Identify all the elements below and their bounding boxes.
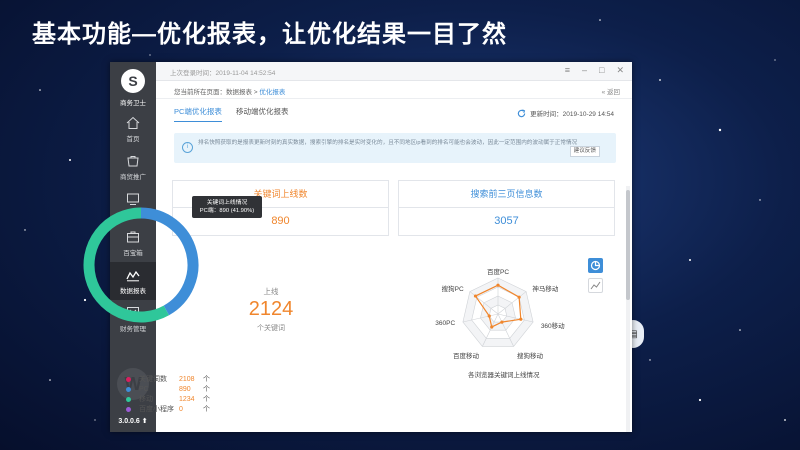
legend-dot — [126, 406, 131, 412]
tooltip-value: PC端：890 (41.90%) — [199, 208, 255, 214]
pie-icon — [590, 260, 601, 271]
title-bar: 上次登录时间：2019-11-04 14:52:54 ≡ – □ ✕ — [156, 62, 632, 81]
radar-title: 各浏览器关键词上线情况 — [468, 372, 540, 379]
radar-chart[interactable] — [426, 262, 576, 362]
radar-point-0[interactable] — [496, 283, 500, 287]
radar-point-3[interactable] — [500, 320, 504, 324]
chart-tooltip: 关键词上线情况 PC端：890 (41.90%) — [192, 196, 262, 218]
home-icon — [126, 116, 140, 129]
radar-axis-label: 搜狗PC — [441, 285, 464, 293]
legend-item: 移动 1234 个 — [126, 394, 210, 404]
radar-point-5[interactable] — [487, 314, 491, 318]
legend-item: PC 890 个 — [126, 384, 210, 394]
donut-chart[interactable] — [76, 200, 206, 330]
donut-center-unit: 个关键词 — [257, 325, 285, 332]
sidebar-item-promotion[interactable]: 商贸推广 — [110, 148, 156, 186]
card-value: 3057 — [494, 215, 519, 227]
tooltip-title: 关键词上线情况 — [206, 200, 248, 206]
legend-item: 关键词数 2108 个 — [126, 374, 210, 384]
last-login-time: 上次登录时间：2019-11-04 14:52:54 — [170, 70, 276, 77]
app-logo: S — [121, 69, 145, 93]
radar-axis-label: 百度移动 — [452, 352, 479, 360]
line-chart-icon — [590, 281, 601, 290]
radar-axis-label: 神马移动 — [532, 285, 559, 293]
back-link[interactable]: « 返回 — [602, 86, 620, 96]
donut-legend: 关键词数 2108 个 PC 890 个 移动 1234 个 百度小程序 0 个 — [126, 374, 210, 414]
close-icon[interactable]: ✕ — [616, 65, 624, 76]
refresh-icon[interactable] — [517, 108, 526, 118]
update-time: 更新时间：2019-10-29 14:54 — [517, 108, 614, 118]
top3-pages-card: 搜索前三页信息数 3057 — [398, 180, 615, 236]
chart-type-line-button[interactable] — [588, 278, 603, 293]
brand-name: 商务卫士 — [120, 100, 146, 107]
donut-slice-0[interactable] — [140, 207, 199, 316]
radar-point-4[interactable] — [490, 325, 494, 329]
sidebar-item-label: 商贸推广 — [120, 174, 146, 181]
maximize-icon[interactable]: □ — [599, 65, 604, 76]
radar-point-1[interactable] — [517, 295, 521, 299]
legend-item: 百度小程序 0 个 — [126, 404, 210, 414]
minimize-icon[interactable]: – — [582, 65, 587, 76]
version-label: 3.0.0.6 ⬆ — [118, 418, 148, 425]
chart-type-pie-button[interactable] — [588, 258, 603, 273]
legend-dot — [126, 376, 131, 382]
donut-center-value: 2124 — [248, 298, 294, 320]
breadcrumb-bar: 您当前所在页面：数据报表 > 优化报表 « 返回 — [156, 80, 632, 99]
notice-text: 排名快照获取的是报表更新时刻的真实数据，搜索引擎的排名是实时变化的，且不同地区i… — [198, 140, 578, 146]
legend-dot — [126, 386, 131, 392]
notice-banner: i 排名快照获取的是报表更新时刻的真实数据，搜索引擎的排名是实时变化的，且不同地… — [174, 133, 616, 163]
tab-pc-report[interactable]: PC端优化报表 — [174, 106, 222, 122]
radar-point-6[interactable] — [473, 294, 478, 298]
report-tabs: PC端优化报表 移动端优化报表 — [174, 106, 301, 122]
card-title: 搜索前三页信息数 — [399, 181, 614, 208]
legend-dot — [126, 396, 131, 402]
sidebar-item-home[interactable]: 首页 — [110, 110, 156, 148]
tab-mobile-report[interactable]: 移动端优化报表 — [236, 106, 289, 121]
scrollbar-thumb[interactable] — [626, 190, 630, 300]
menu-icon[interactable]: ≡ — [565, 65, 570, 76]
radar-axis-label: 360移动 — [540, 322, 565, 330]
radar-axis-label: 搜狗移动 — [517, 352, 544, 360]
promotion-icon — [127, 156, 139, 167]
sidebar-item-label: 首页 — [126, 136, 140, 143]
info-icon: i — [182, 142, 193, 153]
radar-axis-label: 360PC — [435, 319, 456, 327]
radar-axis-label: 百度PC — [486, 269, 510, 277]
breadcrumb-current[interactable]: 优化报表 — [259, 89, 285, 96]
donut-slice-1[interactable] — [83, 207, 170, 323]
radar-point-2[interactable] — [519, 317, 523, 321]
upload-icon: ⬆ — [141, 418, 148, 425]
donut-center-caption: 上线 — [263, 287, 279, 296]
slide-title: 基本功能—优化报表，让优化结果一目了然 — [32, 21, 507, 48]
breadcrumb: 您当前所在页面：数据报表 > 优化报表 — [174, 89, 286, 96]
feedback-button[interactable]: 建议反馈 — [569, 146, 600, 157]
